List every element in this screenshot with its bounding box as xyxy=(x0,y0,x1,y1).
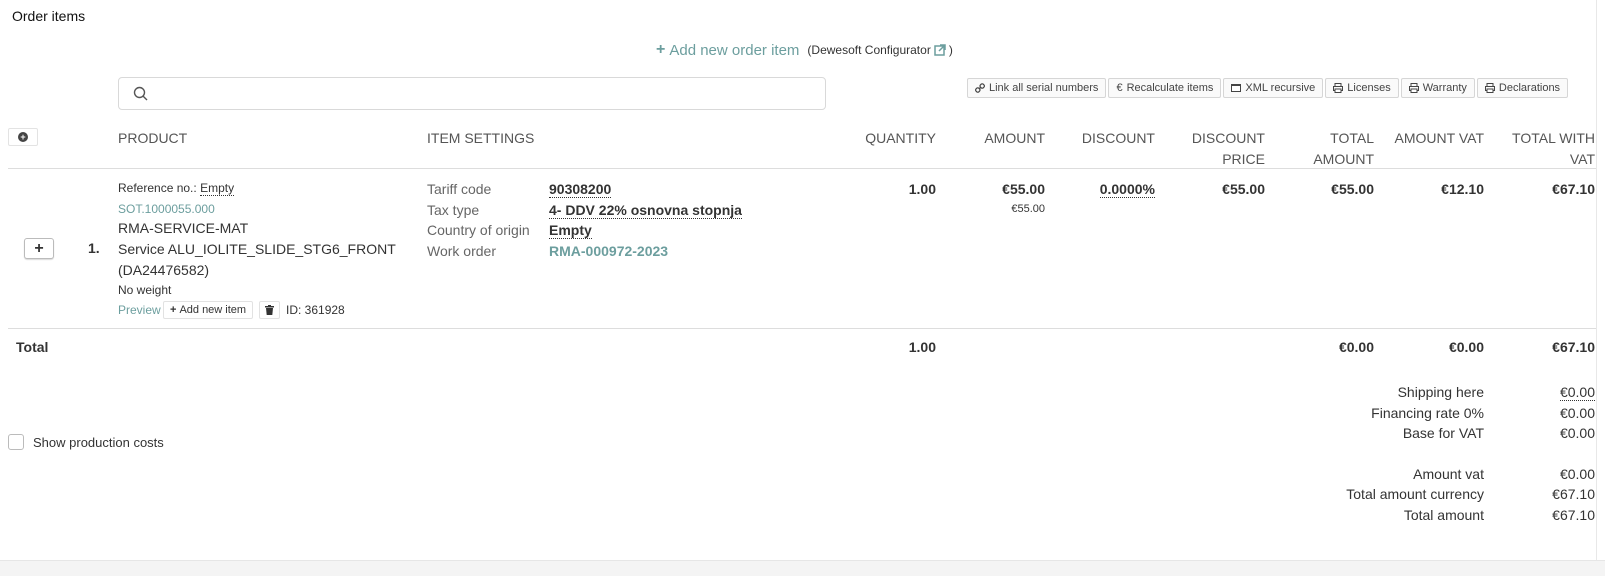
col-amount: AMOUNT xyxy=(984,130,1045,146)
add-order-item-link[interactable]: + Add new order item (Dewesoft Configura… xyxy=(656,41,953,59)
summary-label: Total amount xyxy=(1403,507,1484,523)
item-amount-vat: €12.10 xyxy=(1441,181,1484,197)
tariff-code-label: Tariff code xyxy=(427,181,492,197)
work-order-label: Work order xyxy=(427,243,496,259)
summary-value: €67.10 xyxy=(1552,486,1595,502)
show-production-costs-label: Show production costs xyxy=(33,435,164,450)
item-total-amount: €55.00 xyxy=(1331,181,1374,197)
plus-icon: + xyxy=(656,41,666,58)
footer-bar xyxy=(0,560,1605,576)
link-icon xyxy=(975,83,985,93)
plus-icon: + xyxy=(170,304,177,316)
summary-label: Financing rate 0% xyxy=(1371,405,1484,421)
col-quantity: QUANTITY xyxy=(865,130,936,146)
euro-icon: € xyxy=(1116,82,1123,94)
col-total-amount: TOTAL AMOUNT xyxy=(1313,130,1374,167)
summary-value: €0.00 xyxy=(1559,466,1595,482)
item-name: Service ALU_IOLITE_SLIDE_STG6_FRONT xyxy=(118,241,396,257)
col-item-settings: ITEM SETTINGS xyxy=(427,130,535,146)
summary-label: Shipping here xyxy=(1397,384,1484,400)
total-amount-vat: €0.00 xyxy=(1448,339,1484,355)
country-of-origin-value[interactable]: Empty xyxy=(549,222,592,239)
item-discount-price: €55.00 xyxy=(1222,181,1265,197)
dewesoft-configurator-link[interactable]: (Dewesoft Configurator ) xyxy=(807,43,952,57)
summary-value: €0.00 xyxy=(1559,425,1595,441)
print-icon xyxy=(1333,83,1344,93)
col-total-with-vat: TOTAL WITH VAT xyxy=(1512,130,1595,167)
summary-value[interactable]: €0.00 xyxy=(1559,384,1595,401)
item-name-code: (DA24476582) xyxy=(118,262,210,278)
link-serial-numbers-button[interactable]: Link all serial numbers xyxy=(967,78,1107,98)
total-total-amount: €0.00 xyxy=(1338,339,1374,355)
summary-value: €0.00 xyxy=(1559,405,1595,421)
section-title: Order items xyxy=(12,8,86,24)
reference-row: Reference no.: Empty xyxy=(118,181,235,196)
summary-value: €67.10 xyxy=(1552,507,1595,523)
country-of-origin-label: Country of origin xyxy=(427,222,530,238)
trash-icon xyxy=(265,305,274,315)
configurator-label: (Dewesoft Configurator xyxy=(807,43,931,57)
plus-circle-icon: + xyxy=(18,132,28,142)
item-total-with-vat: €67.10 xyxy=(1552,181,1595,197)
col-product: PRODUCT xyxy=(118,130,188,146)
declarations-button[interactable]: Declarations xyxy=(1476,78,1569,98)
search-input[interactable] xyxy=(118,77,826,110)
xml-icon xyxy=(1231,84,1242,92)
item-weight: No weight xyxy=(118,283,172,297)
total-label: Total xyxy=(16,339,49,355)
add-row-button[interactable]: + xyxy=(8,128,38,146)
scrollbar-track xyxy=(1596,0,1597,560)
tariff-code-value[interactable]: 90308200 xyxy=(549,181,612,198)
warranty-button[interactable]: Warranty xyxy=(1400,78,1475,98)
total-quantity: 1.00 xyxy=(908,339,936,355)
item-amount-sub: €55.00 xyxy=(1011,203,1045,215)
col-discount-price: DISCOUNT PRICE xyxy=(1191,130,1265,167)
item-quantity: 1.00 xyxy=(908,181,936,197)
col-amount-vat: AMOUNT VAT xyxy=(1394,130,1484,146)
print-icon xyxy=(1484,83,1495,93)
add-order-item-label: Add new order item xyxy=(669,41,800,59)
item-number: 1. xyxy=(88,240,100,256)
summary-label: Total amount currency xyxy=(1346,486,1484,502)
recalculate-items-button[interactable]: € Recalculate items xyxy=(1108,78,1222,98)
add-new-item-button[interactable]: + Add new item xyxy=(163,301,254,319)
summary-label: Base for VAT xyxy=(1402,425,1484,441)
print-icon xyxy=(1408,83,1419,93)
col-discount: DISCOUNT xyxy=(1081,130,1155,146)
tax-type-label: Tax type xyxy=(427,202,480,218)
item-code: RMA-SERVICE-MAT xyxy=(118,220,249,236)
external-link-icon xyxy=(934,44,946,56)
work-order-link[interactable]: RMA-000972-2023 xyxy=(549,243,668,259)
item-amount: €55.00 xyxy=(1002,181,1045,197)
show-production-costs-checkbox[interactable] xyxy=(8,434,24,450)
search-icon xyxy=(133,86,148,101)
summary-label: Amount vat xyxy=(1413,466,1484,482)
total-with-vat: €67.10 xyxy=(1552,339,1595,355)
expand-item-button[interactable]: + xyxy=(24,238,54,259)
preview-link[interactable]: Preview xyxy=(118,303,161,317)
item-discount[interactable]: 0.0000% xyxy=(1099,181,1155,198)
xml-recursive-button[interactable]: XML recursive xyxy=(1223,78,1324,98)
sot-link[interactable]: SOT.1000055.000 xyxy=(118,202,215,216)
item-toolbar: Link all serial numbers € Recalculate it… xyxy=(965,78,1569,98)
reference-value[interactable]: Empty xyxy=(200,181,235,196)
header-divider xyxy=(8,168,1596,169)
total-divider xyxy=(8,328,1596,329)
licenses-button[interactable]: Licenses xyxy=(1325,78,1399,98)
tax-type-value[interactable]: 4- DDV 22% osnovna stopnja xyxy=(549,202,742,219)
item-id: ID: 361928 xyxy=(286,303,345,317)
delete-item-button[interactable] xyxy=(259,301,280,319)
